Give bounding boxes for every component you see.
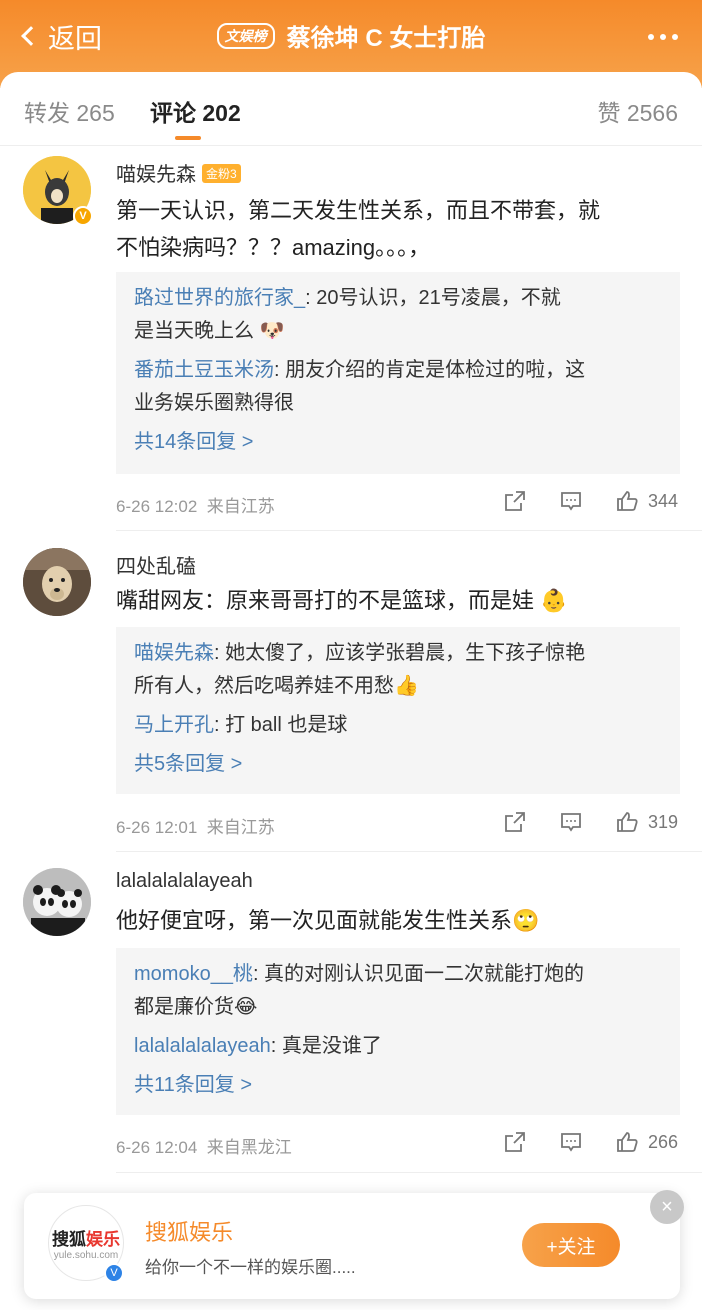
reply-author[interactable]: momoko__桃 <box>134 963 253 985</box>
share-icon[interactable] <box>504 811 526 833</box>
reply-box: 路过世界的旅行家_: 20号认识，21号凌晨，不就 是当天晚上么 🐶 番茄土豆玉… <box>116 272 680 474</box>
tab-likes[interactable]: 赞 2566 <box>597 94 678 128</box>
reply-author[interactable]: 喵娱先森 <box>134 642 214 664</box>
comment-username[interactable]: 喵娱先森 金粉3 <box>116 158 241 187</box>
reply-text: : 20号认识，21号凌晨，不就 <box>305 287 561 309</box>
comment-source: 来自黑龙江 <box>206 1138 292 1157</box>
ranking-badge[interactable]: 文娱榜 <box>216 22 275 49</box>
reply-text: 是当天晚上么 <box>134 320 254 342</box>
comment-text-line: 不怕染病吗？？？amazing。。。， <box>116 235 431 260</box>
doge-emoji-icon: 🐶 <box>259 320 285 342</box>
account-description: 给你一个不一样的娱乐圈..... <box>145 1258 356 1277</box>
comment-time: 6-26 12:02 <box>116 497 198 516</box>
tab-bar: 转发 265 评论 202 赞 2566 <box>0 72 702 146</box>
comment-text: 嘴甜网友：原来哥哥打的不是篮球，而是娃 👶 <box>116 582 682 619</box>
more-options-icon[interactable] <box>648 34 678 40</box>
comment-actions: 266 <box>470 1131 678 1153</box>
title-area: 文娱榜 蔡徐坤 C 女士打胎 <box>0 18 702 53</box>
comment-username[interactable]: lalalalalalayeah <box>116 870 253 893</box>
reply-item[interactable]: 喵娱先森: 她太傻了，应该学张碧晨，生下孩子惊艳 所有人，然后吃喝养娃不用愁👍 <box>134 637 662 703</box>
comment-meta: 6-26 12:04 来自黑龙江 <box>116 1133 292 1158</box>
reply-text: 所有人，然后吃喝养娃不用愁 <box>134 675 394 697</box>
reply-author[interactable]: 马上开孔 <box>134 714 214 736</box>
logo-text-a: 搜狐 <box>52 1230 86 1249</box>
reply-text: : 真是没谁了 <box>270 1035 382 1057</box>
page-title: 蔡徐坤 C 女士打胎 <box>286 25 486 52</box>
comment-actions: 344 <box>470 490 678 512</box>
reply-item[interactable]: 路过世界的旅行家_: 20号认识，21号凌晨，不就 是当天晚上么 🐶 <box>134 282 662 348</box>
close-icon[interactable]: × <box>650 1190 684 1224</box>
comment-text: 他好便宜呀，第一次见面就能发生性关系🙄 <box>116 902 682 939</box>
reply-text: : 打 ball 也是球 <box>214 714 348 736</box>
comment-icon[interactable] <box>560 811 582 833</box>
like-icon[interactable] <box>616 811 638 833</box>
logo-url: yule.sohu.com <box>53 1250 119 1261</box>
tab-repost[interactable]: 转发 265 <box>24 94 115 128</box>
fan-badge: 金粉3 <box>202 164 241 183</box>
like-count: 266 <box>647 1131 678 1152</box>
tab-comments[interactable]: 评论 202 <box>150 94 241 128</box>
avatar[interactable] <box>23 868 91 936</box>
divider <box>116 851 702 852</box>
reply-text: 都是廉价货 <box>134 996 234 1018</box>
divider <box>116 1172 702 1173</box>
verified-icon: V <box>104 1263 124 1283</box>
comment-text: 第一天认识，第二天发生性关系，而且不带套，就 不怕染病吗？？？amazing。。… <box>116 192 682 266</box>
comment-text-line: 第一天认识，第二天发生性关系，而且不带套，就 <box>116 198 601 223</box>
comment-icon[interactable] <box>560 1131 582 1153</box>
follow-button[interactable]: +关注 <box>522 1223 620 1267</box>
reply-text: 业务娱乐圈熟得很 <box>134 392 294 414</box>
reply-item[interactable]: lalalalalalayeah: 真是没谁了 <box>134 1030 662 1063</box>
comment-meta: 6-26 12:02 来自江苏 <box>116 492 275 517</box>
reply-item[interactable]: 番茄土豆玉米汤: 朋友介绍的肯定是体检过的啦，这 业务娱乐圈熟得很 <box>134 354 662 420</box>
more-replies-link[interactable]: 共11条回复 > <box>134 1069 662 1101</box>
active-tab-indicator <box>175 136 201 140</box>
reply-item[interactable]: 马上开孔: 打 ball 也是球 <box>134 709 662 742</box>
reply-text: : 真的对刚认识见面一二次就能打炮的 <box>252 963 585 985</box>
comment-time: 6-26 12:04 <box>116 1138 198 1157</box>
like-count: 319 <box>647 811 678 832</box>
baby-emoji-icon: 👶 <box>540 588 568 613</box>
reply-text: : 朋友介绍的肯定是体检过的啦，这 <box>274 359 586 381</box>
reply-box: momoko__桃: 真的对刚认识见面一二次就能打炮的 都是廉价货😂 lalal… <box>116 948 680 1115</box>
comment-username[interactable]: 四处乱磕 <box>116 550 196 579</box>
reply-box: 喵娱先森: 她太傻了，应该学张碧晨，生下孩子惊艳 所有人，然后吃喝养娃不用愁👍 … <box>116 627 680 794</box>
more-replies-link[interactable]: 共14条回复 > <box>134 426 662 458</box>
logo-wordmark: 搜狐娱乐 <box>52 1225 120 1250</box>
comment-icon[interactable] <box>560 490 582 512</box>
username-text: 四处乱磕 <box>116 556 196 578</box>
share-icon[interactable] <box>504 490 526 512</box>
reply-author[interactable]: 番茄土豆玉米汤 <box>134 359 274 381</box>
comment-text-line: 他好便宜呀，第一次见面就能发生性关系 <box>116 908 513 933</box>
logo-text-b: 娱乐 <box>86 1230 120 1249</box>
thumbs-up-emoji-icon: 👍 <box>394 675 419 697</box>
comment-time: 6-26 12:01 <box>116 818 198 837</box>
reply-author[interactable]: 路过世界的旅行家_ <box>134 287 305 309</box>
reply-text: : 她太傻了，应该学张碧晨，生下孩子惊艳 <box>214 642 586 664</box>
account-name[interactable]: 搜狐娱乐 <box>145 1215 233 1247</box>
comment-text-line: 嘴甜网友：原来哥哥打的不是篮球，而是娃 <box>116 588 535 613</box>
comment-meta: 6-26 12:01 来自江苏 <box>116 813 275 838</box>
username-text: 喵娱先森 <box>116 164 196 186</box>
reply-author[interactable]: lalalalalalayeah <box>134 1035 271 1057</box>
divider <box>116 530 702 531</box>
laugh-cry-emoji-icon: 😂 <box>234 996 258 1018</box>
reply-item[interactable]: momoko__桃: 真的对刚认识见面一二次就能打炮的 都是廉价货😂 <box>134 958 662 1024</box>
like-icon[interactable] <box>616 1131 638 1153</box>
more-replies-link[interactable]: 共5条回复 > <box>134 748 662 780</box>
eye-roll-emoji-icon: 🙄 <box>512 908 540 933</box>
account-promo-card[interactable]: 搜狐娱乐 yule.sohu.com V 搜狐娱乐 给你一个不一样的娱乐圈...… <box>24 1190 684 1299</box>
verified-icon: V <box>73 206 93 226</box>
comment-actions: 319 <box>470 811 678 833</box>
username-text: lalalalalalayeah <box>116 870 253 892</box>
avatar[interactable] <box>23 548 91 616</box>
like-count: 344 <box>647 490 678 511</box>
comment-source: 来自江苏 <box>206 818 275 837</box>
like-icon[interactable] <box>616 490 638 512</box>
comment-source: 来自江苏 <box>206 497 275 516</box>
share-icon[interactable] <box>504 1131 526 1153</box>
